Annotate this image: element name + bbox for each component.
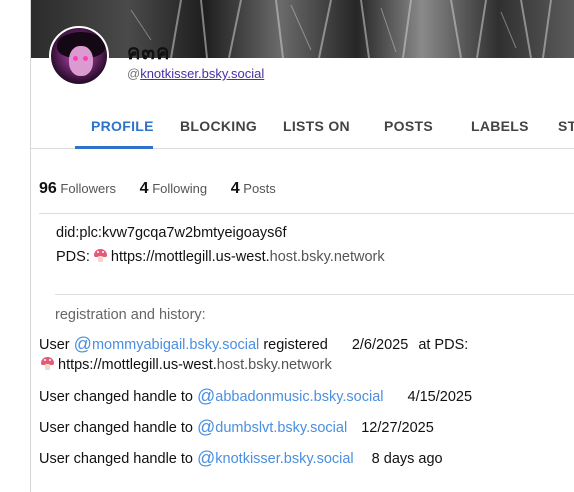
tab-lists-on[interactable]: LISTS ON (283, 118, 350, 134)
at-icon: @ (73, 334, 92, 354)
at-icon: @ (197, 386, 216, 406)
history-handle-link[interactable]: knotkisser.bsky.social (215, 451, 353, 467)
mushroom-icon (41, 357, 54, 370)
profile-handle-link[interactable]: knotkisser.bsky.social (140, 66, 264, 81)
tab-profile[interactable]: PROFILE (91, 118, 154, 134)
handle-prefix: @ (127, 66, 141, 81)
history-registered-row: User @mommyabigail.bsky.social registere… (39, 334, 469, 354)
pds-row: PDS: https://mottlegill.us-west.host.bsk… (56, 249, 385, 265)
tab-blocking[interactable]: BLOCKING (180, 118, 257, 134)
history-handle-link[interactable]: dumbslvt.bsky.social (215, 420, 347, 436)
profile-handle-row: @knotkisser.bsky.social (127, 66, 264, 81)
history-change-row: User changed handle to @knotkisser.bsky.… (39, 448, 443, 468)
tab-posts[interactable]: POSTS (384, 118, 433, 134)
history-date: 2/6/2025 (351, 337, 409, 353)
profile-banner (31, 0, 574, 58)
following-stat[interactable]: 4 Following (140, 180, 207, 198)
followers-stat[interactable]: 96 Followers (39, 180, 116, 198)
history-pds-row: https://mottlegill.us-west.host.bsky.net… (41, 357, 332, 373)
history-change-row: User changed handle to @dumbslvt.bsky.so… (39, 417, 434, 437)
active-tab-indicator (75, 146, 153, 149)
left-border (30, 0, 31, 492)
display-name: ค๓ค (127, 40, 171, 64)
history-handle-link[interactable]: abbadonmusic.bsky.social (215, 389, 383, 405)
history-date: 4/15/2025 (407, 389, 473, 405)
history-change-row: User changed handle to @abbadonmusic.bsk… (39, 386, 473, 406)
tab-st[interactable]: ST (558, 118, 574, 134)
at-icon: @ (197, 417, 216, 437)
history-date: 12/27/2025 (361, 420, 434, 436)
pds-label: PDS: (56, 249, 90, 265)
history-date: 8 days ago (371, 451, 443, 467)
posts-stat[interactable]: 4 Posts (231, 180, 276, 198)
history-title: registration and history: (55, 307, 206, 323)
did-text: did:plc:kvw7gcqa7w2bmtyeigoays6f (56, 225, 287, 241)
stats-row: 96 Followers 4 Following 4 Posts (39, 180, 296, 198)
at-icon: @ (197, 448, 216, 468)
history-handle-link[interactable]: mommyabigail.bsky.social (92, 337, 259, 353)
pds-host-main: https://mottlegill.us-west. (110, 249, 270, 265)
mushroom-icon (93, 249, 107, 262)
divider (55, 294, 574, 295)
avatar[interactable] (49, 26, 109, 86)
pds-host-rest: host.bsky.network (269, 249, 385, 265)
tab-bar: PROFILE BLOCKING LISTS ON POSTS LABELS S… (31, 110, 574, 149)
tab-labels[interactable]: LABELS (471, 118, 529, 134)
divider (39, 213, 574, 214)
